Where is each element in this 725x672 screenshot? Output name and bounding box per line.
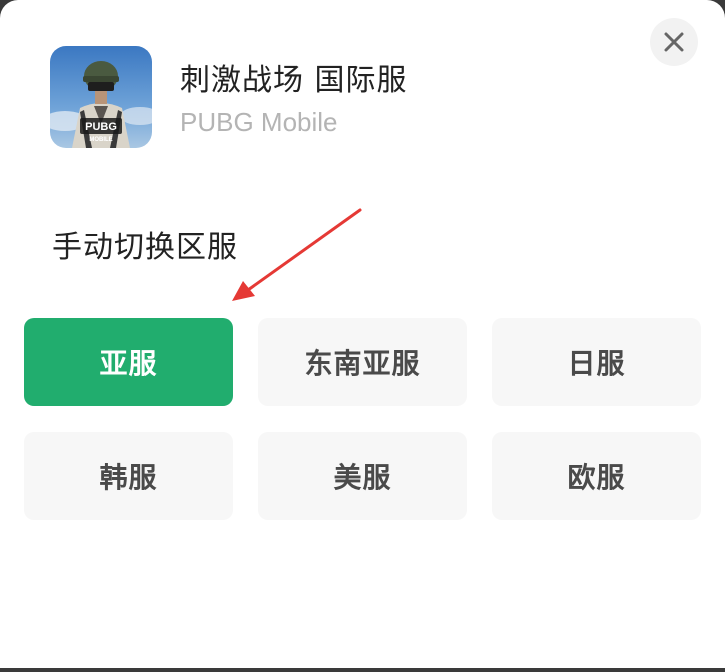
pubg-app-icon-image: PUBG MOBILE [50,46,152,148]
region-button-label: 日服 [567,347,626,380]
region-button-asia[interactable]: 亚服 [24,318,233,406]
region-button-japan[interactable]: 日服 [492,318,701,406]
pubg-logo-text: PUBG [85,121,117,133]
region-button-label: 东南亚服 [304,347,421,380]
region-switch-sheet: PUBG MOBILE 刺激战场 国际服 PUBG Mobile 手动切换区服 … [0,0,725,668]
close-button[interactable] [650,18,698,66]
region-button-label: 美服 [333,461,392,494]
section-title: 手动切换区服 [52,230,238,265]
pubg-logo-subtext: MOBILE [89,137,112,143]
app-title: 刺激战场 国际服 [180,63,408,98]
region-button-america[interactable]: 美服 [258,432,467,520]
region-button-europe[interactable]: 欧服 [492,432,701,520]
region-button-label: 亚服 [99,347,158,380]
region-button-southeast-asia[interactable]: 东南亚服 [258,318,467,406]
region-button-label: 欧服 [567,461,626,494]
region-button-label: 韩服 [99,461,158,494]
close-icon [664,32,684,52]
app-subtitle: PUBG Mobile [180,107,338,137]
region-button-korea[interactable]: 韩服 [24,432,233,520]
pubg-app-icon: PUBG MOBILE [50,46,152,148]
